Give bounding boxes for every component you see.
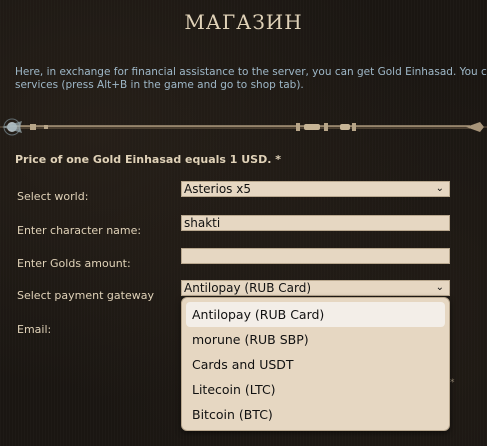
gateway-option[interactable]: Antilopay (RUB Card) <box>186 302 445 327</box>
gateway-option[interactable]: morune (RUB SBP) <box>186 327 445 352</box>
intro-line-2: services (press Alt+B in the game and go… <box>15 79 304 91</box>
gateway-dropdown-list: Antilopay (RUB Card) morune (RUB SBP) Ca… <box>181 297 450 431</box>
email-label: Email: <box>17 323 52 336</box>
character-name-input[interactable]: shakti <box>181 215 450 231</box>
gateway-option[interactable]: Bitcoin (BTC) <box>186 402 445 427</box>
gateway-select-value: Antilopay (RUB Card) <box>184 281 312 295</box>
world-label: Select world: <box>17 190 89 203</box>
gateway-option[interactable]: Cards and USDT <box>186 352 445 377</box>
character-label: Enter character name: <box>17 224 142 237</box>
chevron-down-icon: ⌄ <box>435 183 444 194</box>
golds-label: Enter Golds amount: <box>17 257 131 270</box>
world-select[interactable]: Asterios x5 ⌄ <box>181 181 450 197</box>
gateway-option[interactable]: Litecoin (LTC) <box>186 377 445 402</box>
gateway-label: Select payment gateway <box>17 289 154 302</box>
staff-ornament-icon <box>0 118 487 136</box>
page-title: МАГАЗИН <box>184 10 303 34</box>
world-select-value: Asterios x5 <box>184 182 251 196</box>
intro-line-1: Here, in exchange for financial assistan… <box>15 66 487 78</box>
price-note: Price of one Gold Einhasad equals 1 USD.… <box>15 153 281 166</box>
gateway-select[interactable]: Antilopay (RUB Card) ⌄ <box>181 280 450 296</box>
asterisk-note: * <box>450 378 455 388</box>
intro-text: Here, in exchange for financial assistan… <box>15 66 487 92</box>
chevron-down-icon: ⌄ <box>435 282 444 293</box>
golds-amount-input[interactable] <box>181 248 450 264</box>
